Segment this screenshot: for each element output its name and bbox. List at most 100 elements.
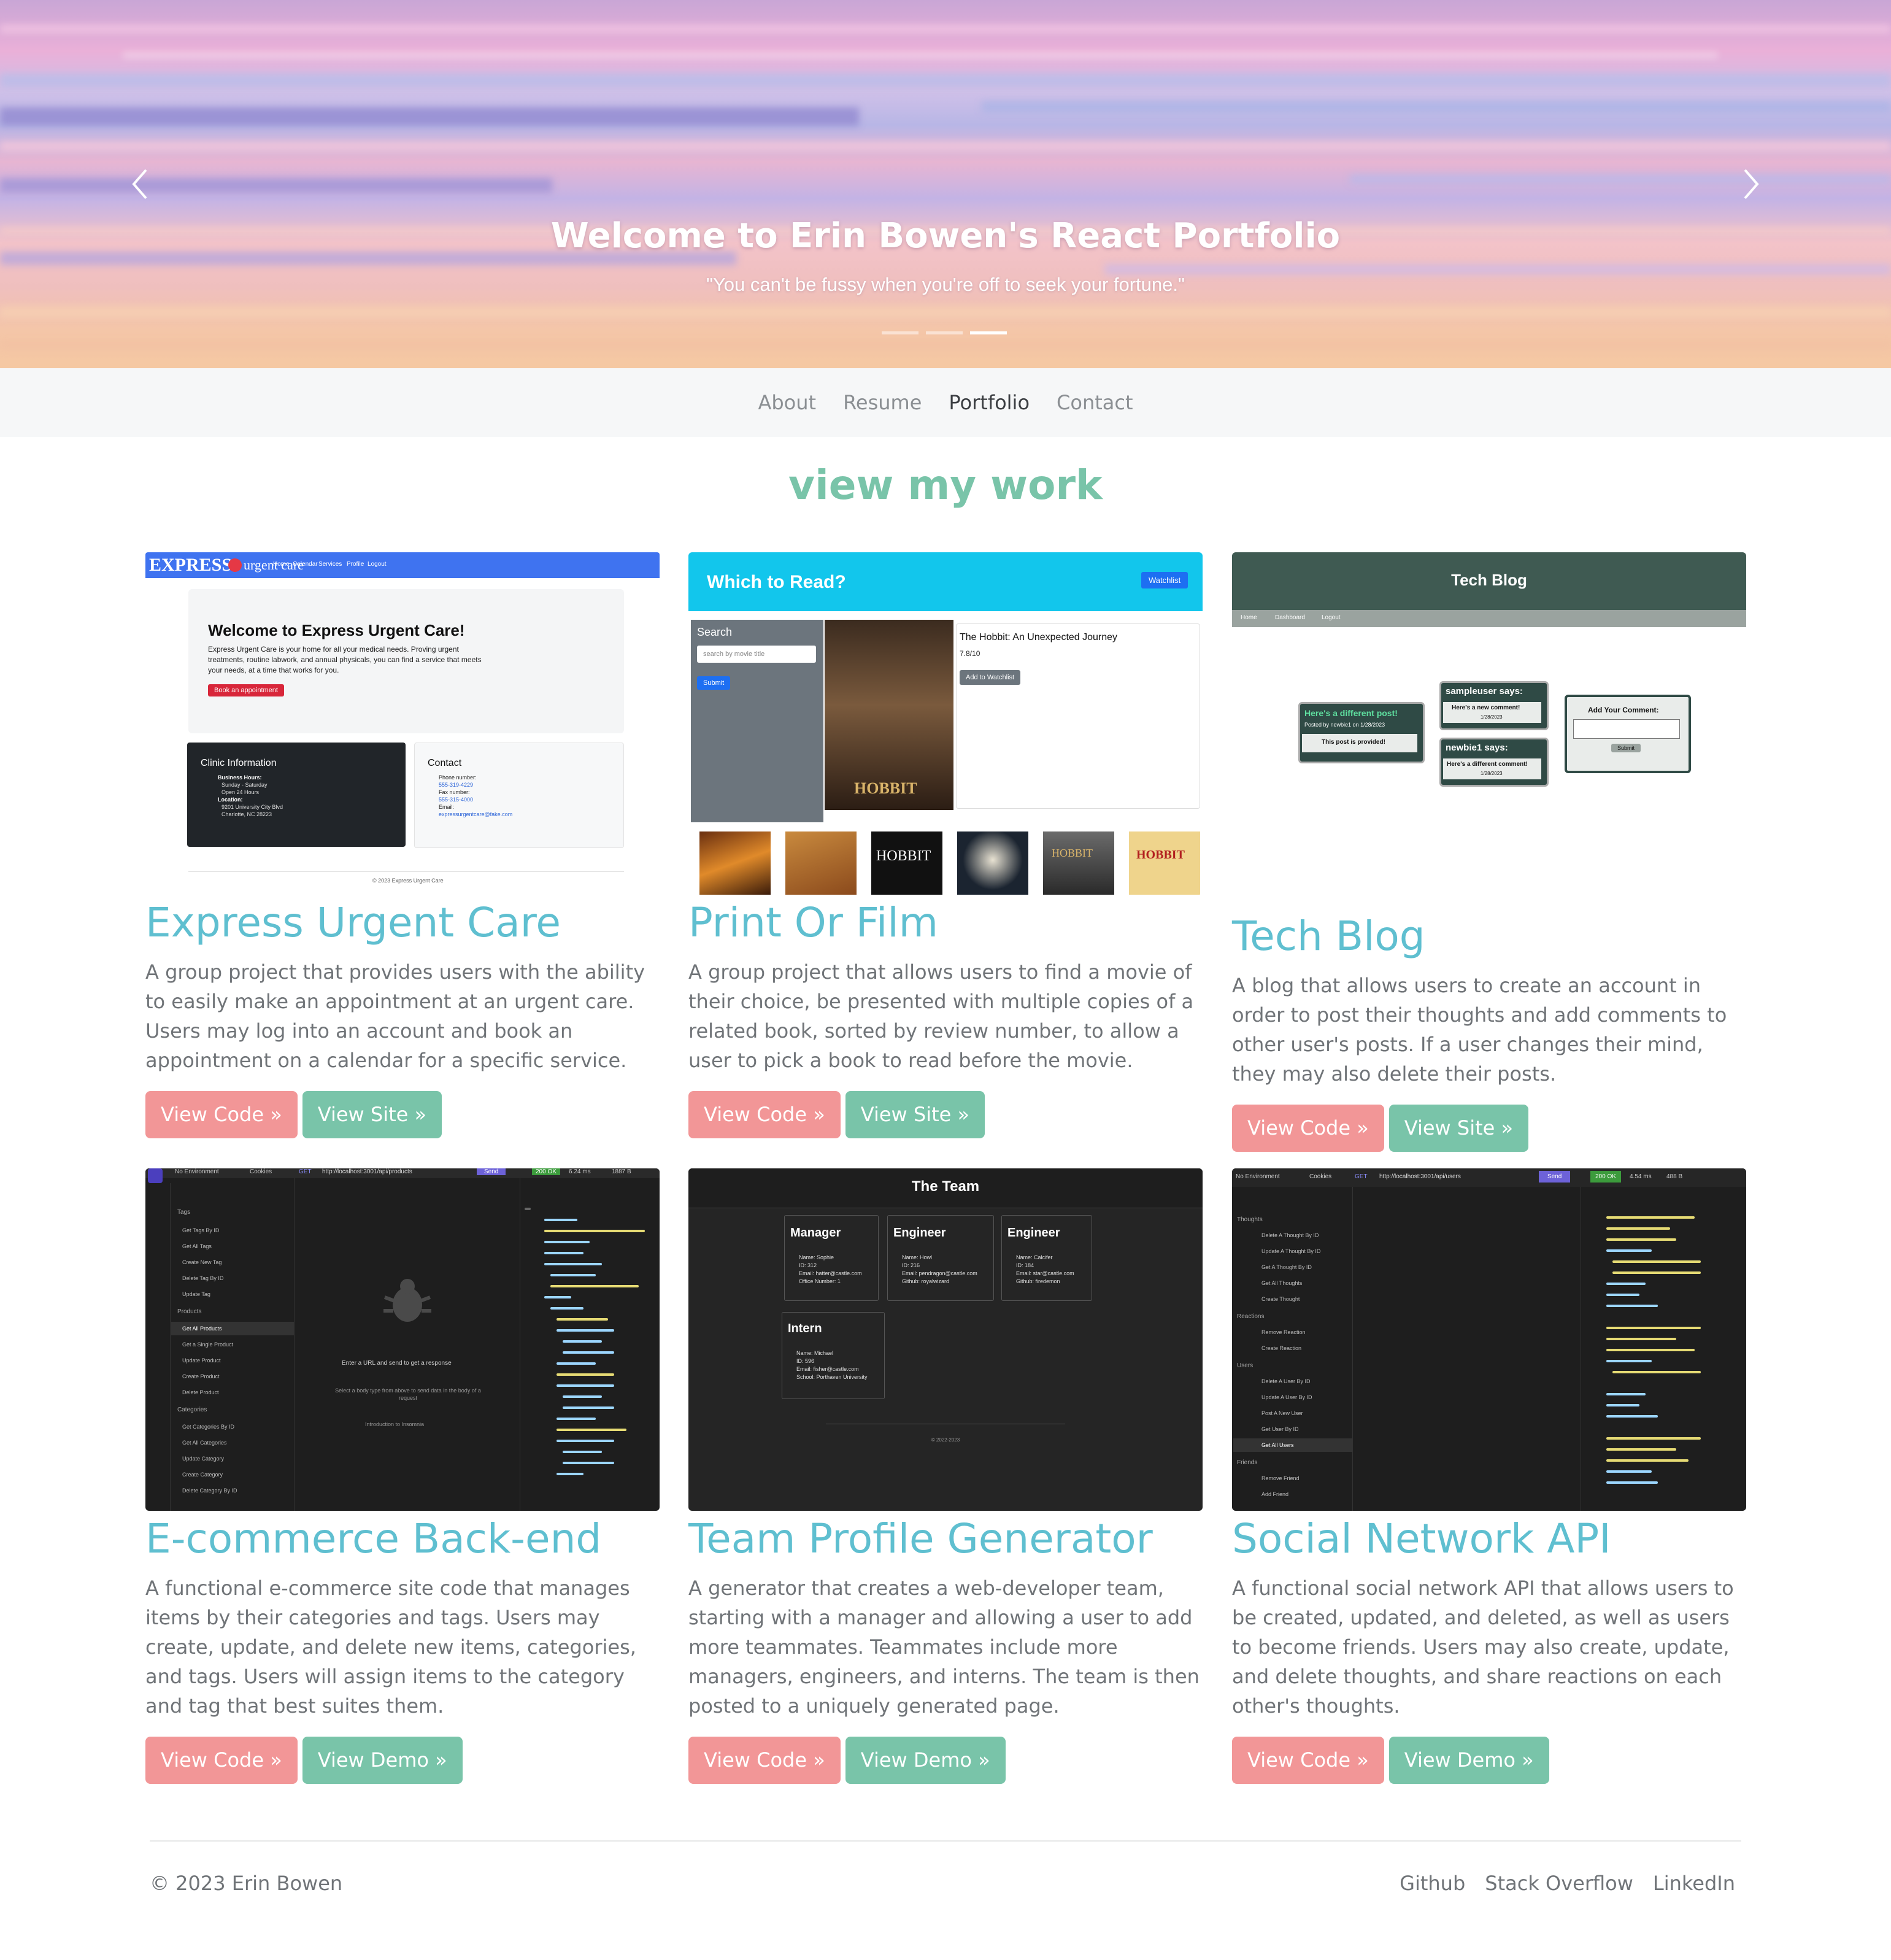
main-nav: About Resume Portfolio Contact [0,368,1891,437]
screenshot-request: Update A User By ID [1261,1394,1312,1400]
project-screenshot[interactable]: The Team Manager Name: Sophie ID: 312 Em… [688,1168,1203,1511]
screenshot-line: expressurgentcare@fake.com [439,811,513,817]
view-site-button[interactable]: View Site » [1388,1104,1529,1152]
poster-text: HOBBIT [854,779,917,797]
screenshot-request: Add Friend [1261,1491,1289,1497]
screenshot-request: Get All Categories [182,1440,227,1446]
section-title: view my work [788,461,1103,509]
project-screenshot[interactable]: EXPRESS urgent care Home Calendar Servic… [145,552,660,895]
screenshot-nav-item: Calendar [293,561,318,568]
screenshot-post-meta: Posted by newbie1 on 1/28/2023 [1304,722,1385,728]
screenshot-watchlist: Watchlist [1141,572,1188,588]
screenshot-submit: Submit [697,676,731,690]
screenshot-nav-item: Logout [1322,614,1341,621]
nav-portfolio[interactable]: Portfolio [945,391,1033,414]
project-buttons: View Code » View Demo » [1232,1736,1746,1784]
view-code-button[interactable]: View Code » [145,1090,298,1138]
view-code-button[interactable]: View Code » [1232,1736,1384,1784]
screenshot-subnav [1232,610,1746,627]
view-code-button[interactable]: View Code » [1232,1104,1384,1152]
project-screenshot[interactable]: No Environment Cookies GET http://localh… [145,1168,660,1511]
screenshot-folder: Tags [177,1209,191,1216]
screenshot-comment-body: Here's a new comment! [1452,704,1520,711]
screenshot-member-line: Name: Howl [902,1254,933,1260]
view-demo-button[interactable]: View Demo » [302,1736,463,1784]
screenshot-footer: © 2023 Express Urgent Care [372,878,444,884]
screenshot-request: Create Category [182,1472,223,1478]
project-title[interactable]: E-commerce Back-end [145,1516,660,1562]
view-code-button[interactable]: View Code » [688,1736,841,1784]
view-site-button[interactable]: View Site » [845,1090,985,1138]
view-demo-button[interactable]: View Demo » [1388,1736,1549,1784]
book-cover-image [1129,831,1200,895]
project-title[interactable]: Social Network API [1232,1516,1746,1562]
screenshot-folder: Friends [1237,1459,1258,1466]
screenshot-hint: Introduction to Insomnia [365,1421,425,1427]
screenshot-hint: Select a body type from above to send da… [335,1387,481,1401]
project-screenshot[interactable]: Tech Blog Home Dashboard Logout Here's a… [1232,552,1746,908]
screenshot-comment-user: sampleuser says: [1446,686,1523,696]
carousel-prev-icon[interactable] [120,163,163,206]
screenshot-nav-item: Home [1241,614,1257,621]
screenshot-member-role: Manager [790,1226,841,1240]
screenshot-request: Update A Thought By ID [1261,1248,1321,1254]
hero-carousel: Welcome to Erin Bowen's React Portfolio … [0,0,1891,368]
bug-icon [383,1279,431,1322]
screenshot-body: Express Urgent Care is your home for all… [208,645,482,674]
screenshot-request: Get A Thought By ID [1261,1264,1312,1270]
book-cover-text: HOBBIT [1136,848,1185,862]
screenshot-divider [188,871,624,872]
project-title[interactable]: Print Or Film [688,900,1203,946]
screenshot-member-line: ID: 596 [796,1358,815,1364]
screenshot-member-line: School: Porthaven University [796,1374,868,1380]
carousel-indicator-3[interactable] [970,331,1007,334]
project-screenshot[interactable]: Which to Read? Watchlist Search search b… [688,552,1203,895]
carousel-indicator-2[interactable] [926,331,963,334]
view-code-button[interactable]: View Code » [145,1736,298,1784]
view-code-button[interactable]: View Code » [688,1090,841,1138]
carousel-indicators [882,331,1007,334]
screenshot-team-title: The Team [911,1178,980,1195]
footer-link-linkedin[interactable]: LinkedIn [1653,1872,1735,1895]
screenshot-request: Delete A User By ID [1261,1378,1311,1384]
view-demo-button[interactable]: View Demo » [845,1736,1006,1784]
project-card-print-or-film: Which to Read? Watchlist Search search b… [688,552,1203,1138]
nav-about[interactable]: About [754,391,820,414]
screenshot-request: Create Product [182,1373,220,1379]
book-cover-text: HOBBIT [876,848,931,864]
project-buttons: View Code » View Site » [1232,1104,1746,1152]
screenshot-member-line: Name: Michael [796,1350,834,1356]
screenshot-time: 6.24 ms [569,1168,591,1175]
json-response-code [1606,1216,1701,1484]
screenshot-status: 200 OK [1590,1171,1621,1183]
screenshot-rating: 7.8/10 [960,649,980,658]
project-buttons: View Code » View Site » [688,1090,1203,1138]
screenshot-request: Delete Tag By ID [182,1275,224,1281]
screenshot-add-button: Add to Watchlist [960,670,1021,685]
screenshot-line: Open 24 Hours [221,789,260,795]
project-title[interactable]: Team Profile Generator [688,1516,1203,1562]
view-site-button[interactable]: View Site » [302,1090,442,1138]
project-screenshot[interactable]: No Environment Cookies GET http://localh… [1232,1168,1746,1511]
project-title[interactable]: Express Urgent Care [145,900,660,946]
carousel-next-icon[interactable] [1728,163,1771,206]
screenshot-request: Create New Tag [182,1259,222,1265]
screenshot-folder: Reactions [1237,1313,1265,1320]
screenshot-post-title: Here's a different post! [1304,708,1398,718]
screenshot-line: Fax number: [439,789,470,795]
screenshot-line: Business Hours: [218,774,262,781]
screenshot-send: Send [477,1168,506,1175]
nav-contact[interactable]: Contact [1053,391,1137,414]
screenshot-request: Update Category [182,1456,225,1462]
screenshot-cookies: Cookies [1309,1173,1332,1180]
project-description: A blog that allows users to create an ac… [1232,973,1727,1086]
project-title[interactable]: Tech Blog [1232,913,1746,960]
carousel-indicator-1[interactable] [882,331,919,334]
screenshot-request: Get All Tags [182,1243,212,1249]
footer-link-github[interactable]: Github [1400,1872,1465,1895]
screenshot-line: Sunday - Saturday [221,782,268,788]
book-cover-text: HOBBIT [1052,847,1093,859]
footer-link-stack-overflow[interactable]: Stack Overflow [1485,1872,1633,1895]
nav-resume[interactable]: Resume [839,391,925,414]
screenshot-comment-date: 1/28/2023 [1481,714,1503,720]
